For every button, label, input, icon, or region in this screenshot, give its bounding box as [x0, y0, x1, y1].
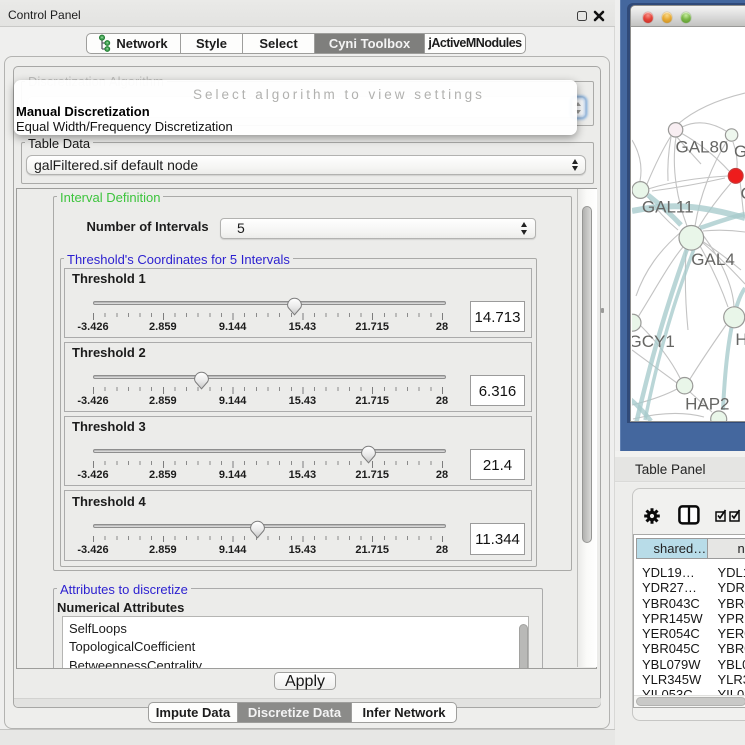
svg-text:CY: CY: [741, 184, 745, 203]
svg-text:GAL80: GAL80: [676, 138, 729, 157]
svg-text:GAL11: GAL11: [642, 198, 694, 217]
svg-text:GCY1: GCY1: [632, 332, 675, 351]
svg-text:GAL4: GAL4: [691, 250, 734, 269]
svg-text:H: H: [735, 330, 745, 349]
svg-text:GA: GA: [734, 142, 745, 161]
svg-text:HAP2: HAP2: [685, 395, 729, 414]
